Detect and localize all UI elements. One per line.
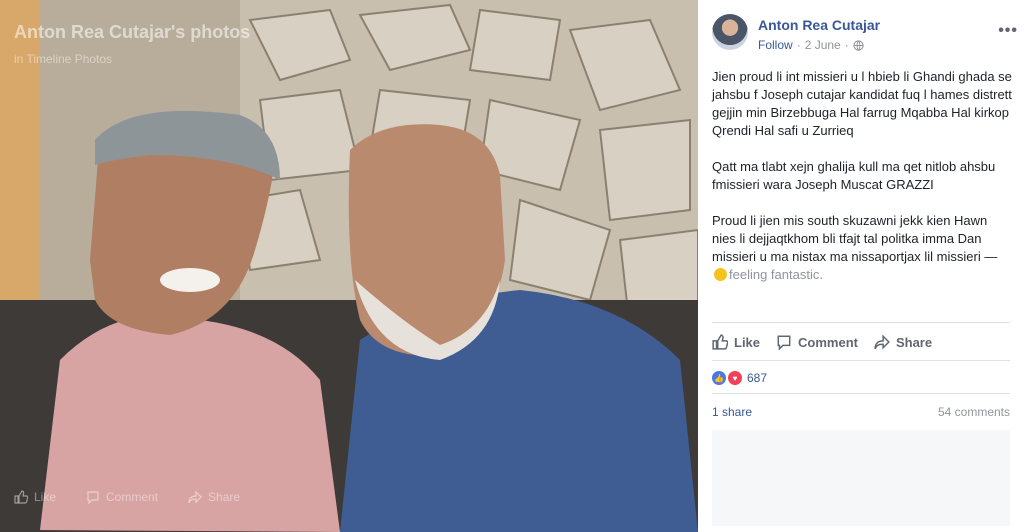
follow-link[interactable]: Follow — [758, 38, 793, 52]
like-button[interactable]: Like — [712, 330, 760, 354]
post-paragraph-3-text: Proud li jien mis south skuzawni jekk ki… — [712, 213, 998, 264]
like-reaction-icon: 👍 — [712, 371, 726, 385]
post-date[interactable]: 2 June — [805, 38, 841, 52]
comment-area — [712, 430, 1010, 526]
globe-icon — [853, 39, 864, 51]
author-name[interactable]: Anton Rea Cutajar — [758, 17, 880, 33]
thumbs-up-icon — [712, 334, 728, 350]
post-meta: Follow · 2 June · — [758, 38, 864, 52]
like-label: Like — [734, 334, 761, 350]
laughing-emoji-icon — [714, 268, 727, 281]
photo-action-bar: Like Comment Share — [14, 490, 240, 504]
engagement-stats: 1 share 54 comments — [712, 405, 1010, 419]
photo-share-button[interactable]: Share — [188, 490, 240, 504]
album-subtitle[interactable]: in Timeline Photos — [14, 52, 112, 66]
post-paragraph-3: Proud li jien mis south skuzawni jekk ki… — [712, 212, 1012, 284]
comment-label: Comment — [798, 334, 858, 350]
photo-like-label: Like — [34, 490, 57, 504]
feeling-text: feeling fantastic. — [729, 267, 823, 282]
post-text: Jien proud li int missieri u l hbieb li … — [712, 68, 1012, 302]
more-options-button[interactable]: ••• — [998, 22, 1018, 40]
comment-icon — [777, 335, 791, 350]
post-action-bar: Like Comment Share — [712, 330, 1012, 354]
avatar[interactable] — [712, 14, 748, 50]
share-count[interactable]: 1 share — [712, 405, 752, 419]
reaction-summary[interactable]: 👍 ♥ 687 — [712, 370, 767, 386]
comment-icon — [87, 491, 99, 504]
divider — [712, 322, 1010, 323]
love-reaction-icon: ♥ — [727, 370, 743, 386]
meta-separator-2: · — [844, 38, 849, 52]
photo-viewer: Anton Rea Cutajar's photos in Timeline P… — [0, 0, 698, 532]
album-title[interactable]: Anton Rea Cutajar's photos — [14, 22, 250, 43]
post-sidebar: Anton Rea Cutajar Follow · 2 June · ••• … — [698, 0, 1024, 532]
post-paragraph-1: Jien proud li int missieri u l hbieb li … — [712, 69, 1012, 138]
thumbs-up-icon — [14, 490, 28, 504]
photo-share-label: Share — [208, 490, 241, 504]
share-icon — [188, 490, 202, 504]
photo-image — [0, 0, 698, 532]
post-paragraph-2: Qatt ma tlabt xejn ghalija kull ma qet n… — [712, 159, 996, 192]
share-icon — [874, 334, 890, 350]
share-label: Share — [895, 334, 933, 350]
photo-comment-label: Comment — [106, 490, 159, 504]
comment-button[interactable]: Comment — [776, 330, 858, 354]
share-button[interactable]: Share — [874, 330, 932, 354]
photo-like-button[interactable]: Like — [14, 490, 56, 504]
post-header: Anton Rea Cutajar Follow · 2 June · ••• — [712, 14, 1017, 54]
reaction-count: 687 — [747, 371, 768, 385]
photo-comment-button[interactable]: Comment — [86, 490, 158, 504]
meta-separator: · — [796, 38, 801, 52]
divider — [712, 393, 1010, 394]
divider — [712, 360, 1010, 361]
comment-count[interactable]: 54 comments — [938, 405, 1010, 419]
